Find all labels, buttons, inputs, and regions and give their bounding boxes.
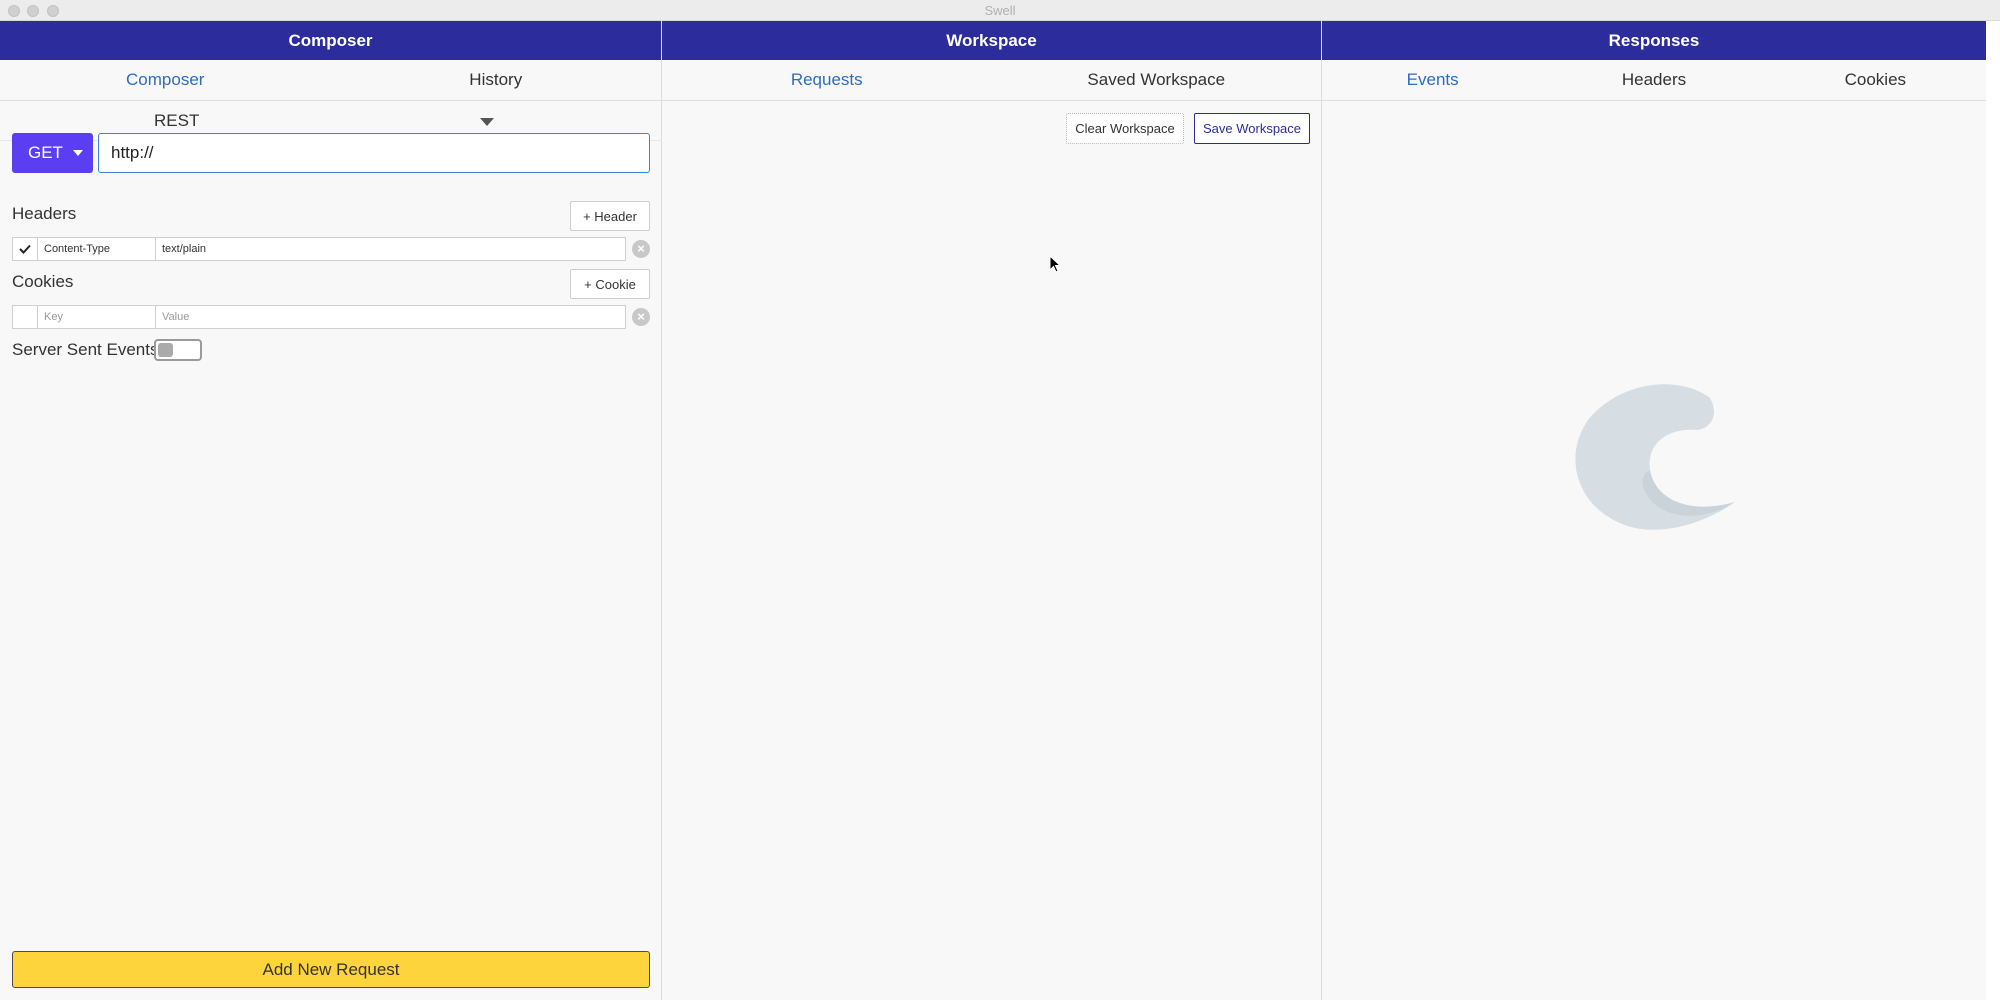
method-dropdown-button[interactable]: GET [12, 133, 93, 173]
workspace-panel: Workspace Requests Saved Workspace [662, 21, 1322, 1000]
swell-logo [1575, 384, 1735, 530]
window-title: Swell [984, 3, 1016, 18]
workspace-tabs: Requests Saved Workspace [662, 60, 1321, 101]
protocol-label: REST [154, 111, 200, 130]
check-icon [19, 244, 31, 254]
cookie-row: Key Value × [12, 305, 652, 329]
cookie-enable-checkbox[interactable] [12, 305, 38, 329]
save-workspace-button[interactable]: Save Workspace [1194, 113, 1310, 144]
cookie-key-input[interactable]: Key [38, 305, 156, 329]
tab-cookies[interactable]: Cookies [1765, 70, 1986, 90]
composer-tabs: Composer History [0, 60, 661, 101]
tab-composer[interactable]: Composer [0, 70, 331, 90]
responses-header: Responses [1322, 21, 1986, 60]
tab-headers[interactable]: Headers [1543, 70, 1764, 90]
tab-events[interactable]: Events [1322, 70, 1543, 90]
cookie-value-input[interactable]: Value [156, 305, 626, 329]
cookies-label: Cookies [12, 272, 74, 291]
clear-workspace-button[interactable]: Clear Workspace [1066, 113, 1184, 144]
url-input[interactable] [98, 133, 650, 173]
window-edge [1986, 21, 2000, 1000]
method-label: GET [28, 143, 63, 162]
mouse-cursor-icon [1049, 255, 1062, 273]
close-circle-icon[interactable]: × [632, 240, 650, 258]
caret-down-icon [480, 118, 494, 126]
workspace-header: Workspace [662, 21, 1321, 60]
composer-header: Composer [0, 21, 661, 60]
header-key-input[interactable]: Content-Type [38, 237, 156, 261]
add-new-request-button[interactable]: Add New Request [12, 951, 650, 988]
headers-label: Headers [12, 204, 77, 223]
header-enable-checkbox[interactable] [12, 237, 38, 261]
tab-requests[interactable]: Requests [662, 70, 992, 90]
sse-label: Server Sent Events [12, 340, 159, 359]
add-header-button[interactable]: + Header [570, 201, 650, 231]
caret-down-icon [72, 150, 83, 156]
sse-toggle[interactable] [154, 339, 202, 361]
tab-history[interactable]: History [331, 70, 662, 90]
header-row: Content-Type text/plain × [12, 237, 652, 261]
add-cookie-button[interactable]: + Cookie [570, 269, 650, 299]
header-value-input[interactable]: text/plain [156, 237, 626, 261]
responses-tabs: Events Headers Cookies [1322, 60, 1986, 101]
tab-saved-workspace[interactable]: Saved Workspace [992, 70, 1322, 90]
close-circle-icon[interactable]: × [632, 308, 650, 326]
window-titlebar: Swell [0, 0, 2000, 21]
toggle-knob [158, 343, 173, 357]
